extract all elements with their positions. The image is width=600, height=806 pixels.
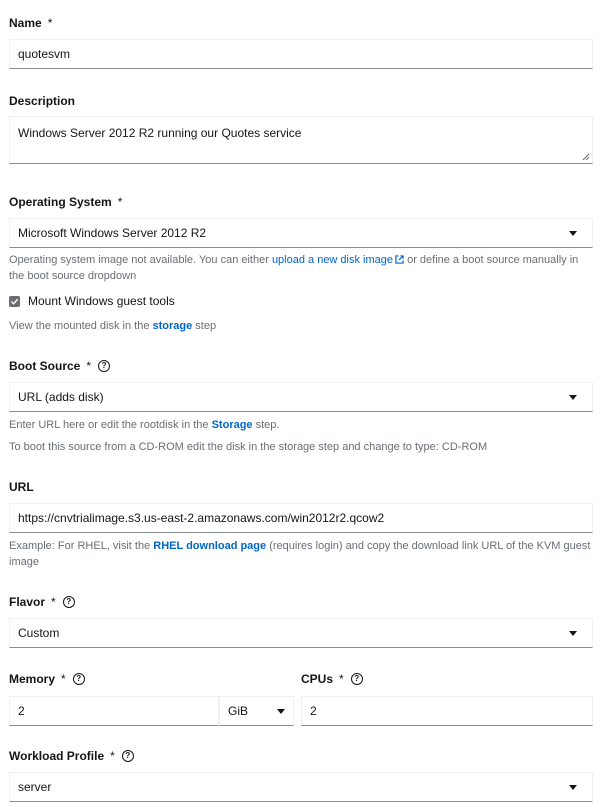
storage-step-link[interactable]: Storage bbox=[212, 419, 253, 431]
cpus-label: CPUs * ? bbox=[301, 672, 363, 686]
workload-profile-select-value: server bbox=[18, 780, 52, 794]
required-marker: * bbox=[339, 672, 344, 686]
boot-source-select[interactable]: URL (adds disk) bbox=[9, 382, 593, 412]
name-input-value: quotesvm bbox=[18, 47, 71, 61]
question-circle-icon[interactable]: ? bbox=[98, 360, 111, 372]
required-marker: * bbox=[110, 749, 115, 763]
description-textarea[interactable]: Windows Server 2012 R2 running our Quote… bbox=[9, 116, 593, 164]
question-circle-icon[interactable]: ? bbox=[62, 596, 75, 608]
checkmark-icon bbox=[10, 298, 19, 305]
url-input[interactable]: https://cnvtrialimage.s3.us-east-2.amazo… bbox=[9, 503, 593, 533]
name-label: Name * bbox=[9, 16, 53, 30]
cpus-input[interactable]: 2 bbox=[301, 696, 593, 726]
storage-step-link[interactable]: storage bbox=[153, 320, 193, 332]
url-label: URL bbox=[9, 480, 34, 494]
os-helper-text: Operating system image not available. Yo… bbox=[9, 254, 579, 282]
upload-disk-image-link[interactable]: upload a new disk image bbox=[272, 254, 393, 266]
required-marker: * bbox=[51, 595, 56, 609]
required-marker: * bbox=[86, 359, 92, 373]
workload-profile-label: Workload Profile * ? bbox=[9, 749, 134, 763]
memory-input[interactable]: 2 bbox=[9, 696, 219, 726]
name-input[interactable]: quotesvm bbox=[9, 39, 593, 69]
caret-down-icon bbox=[277, 709, 285, 714]
memory-label: Memory * ? bbox=[9, 672, 85, 686]
os-select-value: Microsoft Windows Server 2012 R2 bbox=[18, 226, 207, 240]
external-link-icon bbox=[395, 255, 404, 264]
cpus-input-value: 2 bbox=[310, 704, 317, 718]
boot-source-cdrom-helper: To boot this source from a CD-ROM edit t… bbox=[9, 441, 488, 453]
flavor-select[interactable]: Custom bbox=[9, 618, 593, 648]
url-input-value: https://cnvtrialimage.s3.us-east-2.amazo… bbox=[18, 511, 385, 525]
description-label: Description bbox=[9, 94, 76, 108]
caret-down-icon bbox=[569, 631, 577, 636]
boot-source-select-value: URL (adds disk) bbox=[18, 390, 104, 404]
url-helper-text: Example: For RHEL, visit the RHEL downlo… bbox=[9, 540, 591, 568]
boot-source-label: Boot Source * ? bbox=[9, 359, 111, 373]
workload-profile-select[interactable]: server bbox=[9, 772, 593, 802]
question-circle-icon[interactable]: ? bbox=[72, 673, 85, 685]
mount-guest-tools-checkbox[interactable] bbox=[9, 295, 20, 307]
required-marker: * bbox=[61, 672, 66, 686]
question-circle-icon[interactable]: ? bbox=[121, 750, 134, 762]
description-value: Windows Server 2012 R2 running our Quote… bbox=[18, 126, 302, 140]
boot-source-helper: Enter URL here or edit the rootdisk in t… bbox=[9, 419, 280, 431]
question-circle-icon[interactable]: ? bbox=[350, 673, 363, 685]
caret-down-icon bbox=[569, 231, 577, 236]
mounted-disk-helper: View the mounted disk in the storage ste… bbox=[9, 320, 217, 332]
mount-guest-tools-label: Mount Windows guest tools bbox=[28, 294, 175, 308]
memory-input-value: 2 bbox=[18, 704, 25, 718]
os-label: Operating System * bbox=[9, 195, 123, 209]
rhel-download-page-link[interactable]: RHEL download page bbox=[153, 540, 266, 552]
required-marker: * bbox=[47, 16, 53, 30]
flavor-select-value: Custom bbox=[18, 626, 60, 640]
caret-down-icon bbox=[569, 785, 577, 790]
mount-guest-tools-checkbox-row[interactable]: Mount Windows guest tools bbox=[9, 294, 175, 308]
flavor-label: Flavor * ? bbox=[9, 595, 75, 609]
resize-handle-icon[interactable] bbox=[582, 153, 590, 161]
memory-unit-value: GiB bbox=[228, 704, 249, 718]
os-select[interactable]: Microsoft Windows Server 2012 R2 bbox=[9, 218, 593, 248]
required-marker: * bbox=[117, 195, 123, 209]
caret-down-icon bbox=[569, 395, 577, 400]
memory-unit-select[interactable]: GiB bbox=[219, 696, 294, 726]
